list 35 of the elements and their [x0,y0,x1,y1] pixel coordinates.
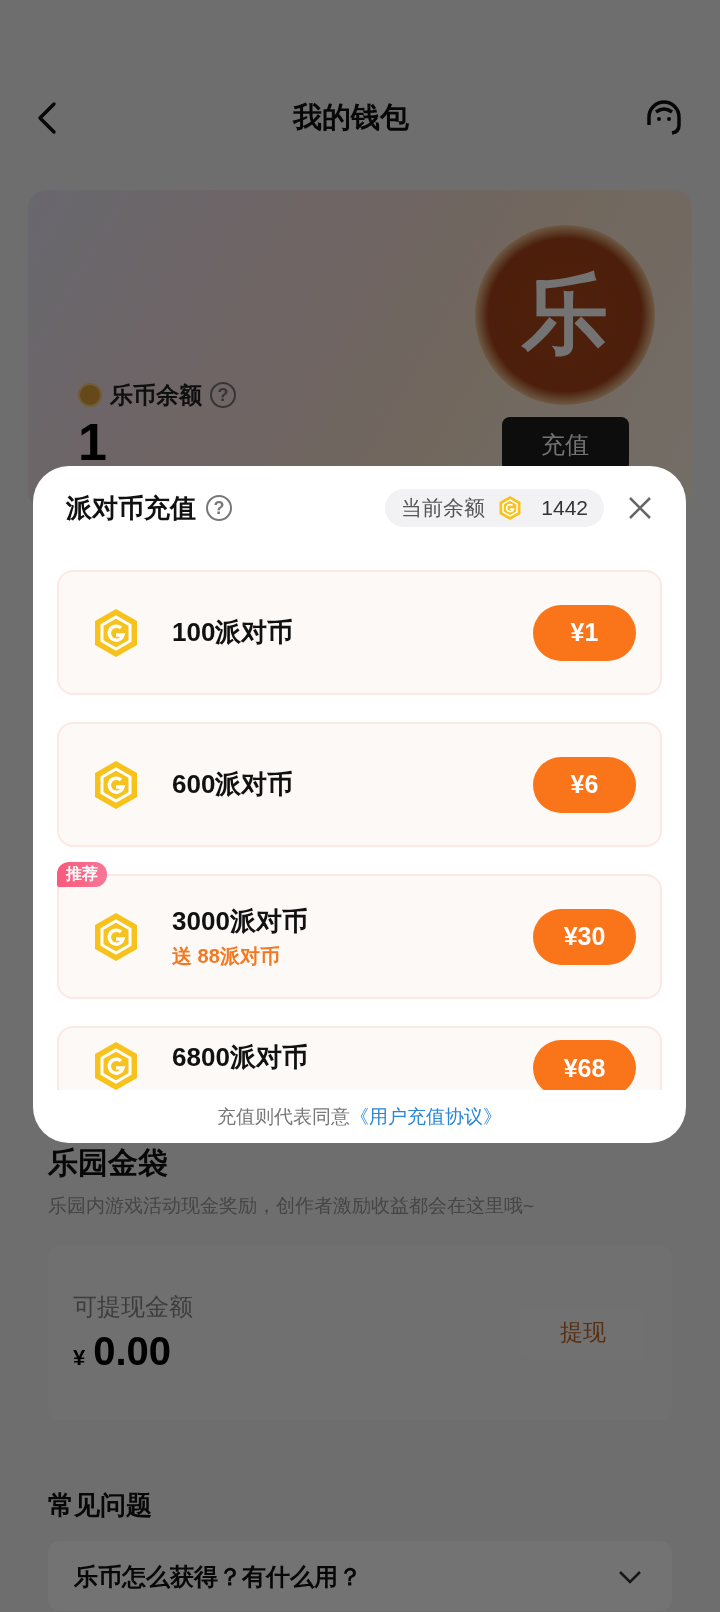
package-amount: 3000派对币 [172,904,309,938]
section-title: 乐园金袋 [48,1145,169,1181]
coin-icon [78,383,102,407]
balance-label: 乐币余额 [110,380,202,410]
headset-icon[interactable] [644,97,684,138]
coin-character: 乐 [522,264,608,364]
balance-amount: 1 [78,417,108,467]
back-icon[interactable] [36,100,58,135]
close-icon[interactable] [628,496,652,520]
dialog-title: 派对币充值 [66,491,196,525]
package-amount: 100派对币 [172,616,295,649]
coin-icon [497,495,524,521]
package-card[interactable]: 100派对币 ¥1 [57,570,662,695]
package-card[interactable]: 6800派对币 ¥68 [57,1026,662,1090]
section-title: 常见问题 [48,1489,153,1522]
bonus-text: 送 88派对币 [172,943,281,969]
price-button[interactable]: ¥30 [533,908,636,965]
agreement-link[interactable]: 《用户充值协议》 [350,1105,502,1127]
price-button[interactable]: ¥6 [533,756,636,813]
recommended-badge: 推荐 [57,862,107,887]
help-icon[interactable]: ? [206,495,232,521]
currency-sign: ¥ [73,1345,86,1371]
price-button[interactable]: ¥1 [533,604,636,661]
faq-item[interactable]: 乐币怎么获得？有什么用？ [48,1541,672,1611]
price-button[interactable]: ¥68 [533,1040,636,1090]
package-amount: 600派对币 [172,768,295,801]
package-amount: 6800派对币 [172,1041,309,1074]
help-icon[interactable]: ? [210,382,236,408]
balance-label: 当前余额 [401,495,486,521]
agreement-text: 充值则代表同意《用户充值协议》 [217,1104,502,1129]
balance-amount: 1442 [541,496,588,520]
withdrawable-amount: 0.00 [93,1329,172,1374]
page-title: 我的钱包 [293,99,409,135]
faq-question: 乐币怎么获得？有什么用？ [74,1563,362,1591]
package-card[interactable]: 600派对币 ¥6 [57,722,662,847]
